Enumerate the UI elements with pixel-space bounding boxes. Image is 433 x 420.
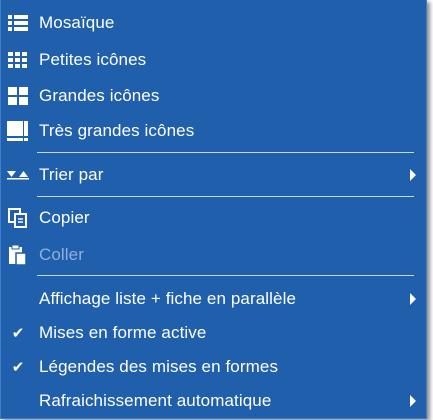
context-menu: Mosaïque Petites icônes Grandes icônes T… (0, 0, 427, 419)
extra-large-icons-icon (7, 120, 29, 142)
menu-item-label: Trier par (39, 165, 104, 184)
menu-item-rafraichissement-automatique[interactable]: Rafraichissement automatique (1, 384, 426, 418)
menu-item-label: Rafraichissement automatique (39, 391, 272, 410)
menu-item-coller[interactable]: Coller (1, 238, 426, 272)
menu-item-tres-grandes-icones[interactable]: Très grandes icônes (1, 114, 426, 148)
submenu-arrow-icon (410, 169, 416, 181)
paste-icon (7, 244, 29, 266)
submenu-arrow-icon (410, 293, 416, 305)
menu-item-label: Mises en forme active (39, 323, 207, 342)
sort-icon (7, 164, 29, 186)
large-icons-icon (7, 85, 29, 107)
copy-icon (7, 207, 29, 229)
submenu-arrow-icon (410, 395, 416, 407)
menu-separator (37, 152, 414, 153)
menu-separator (37, 275, 414, 276)
menu-item-label: Copier (39, 208, 90, 227)
menu-item-label: Petites icônes (39, 50, 147, 69)
menu-item-label: Très grandes icônes (39, 121, 195, 140)
menu-item-label: Affichage liste + fiche en parallèle (39, 289, 297, 308)
menu-item-copier[interactable]: Copier (1, 201, 426, 235)
checkmark-icon: ✔ (11, 325, 25, 342)
menu-item-grandes-icones[interactable]: Grandes icônes (1, 79, 426, 113)
menu-item-label: Grandes icônes (39, 86, 160, 105)
menu-item-affichage-liste-fiche[interactable]: Affichage liste + fiche en parallèle (1, 282, 426, 316)
menu-item-mosaique[interactable]: Mosaïque (1, 6, 426, 40)
menu-item-trier-par[interactable]: Trier par (1, 158, 426, 192)
small-icons-icon (7, 49, 29, 71)
menu-item-label: Mosaïque (39, 13, 115, 32)
menu-item-label: Coller (39, 245, 85, 264)
menu-item-label: Légendes des mises en formes (39, 357, 279, 376)
menu-item-petites-icones[interactable]: Petites icônes (1, 43, 426, 77)
menu-separator (37, 196, 414, 197)
checkmark-icon: ✔ (11, 359, 25, 376)
tiles-icon (7, 12, 29, 34)
menu-item-legendes-mises-en-formes[interactable]: ✔ Légendes des mises en formes (1, 350, 426, 384)
menu-item-mises-en-forme-active[interactable]: ✔ Mises en forme active (1, 316, 426, 350)
